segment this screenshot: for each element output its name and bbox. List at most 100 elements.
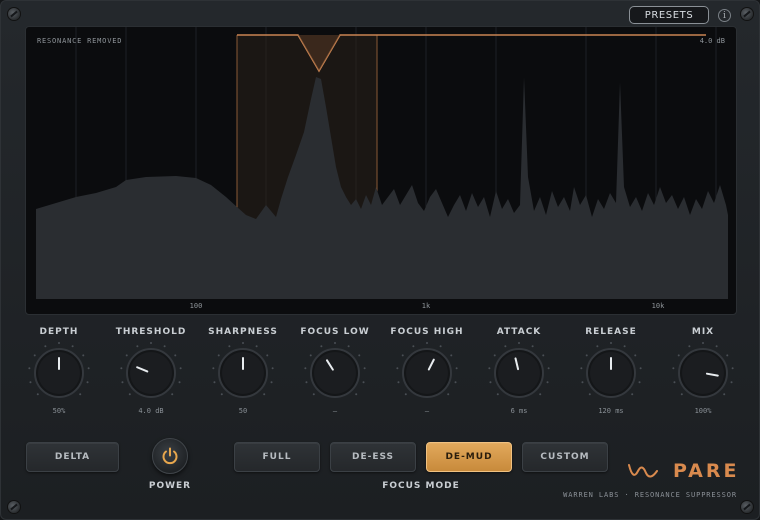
brand-subtitle: WARREN LABS · RESONANCE SUPPRESSOR <box>563 491 737 499</box>
knob-tick <box>580 367 583 370</box>
knob-tick <box>518 342 520 344</box>
knob-tick <box>58 342 60 344</box>
knob-dial[interactable] <box>668 342 738 404</box>
knob-tick <box>397 381 400 384</box>
knob-label: THRESHOLD <box>115 327 187 337</box>
display-title: RESONANCE REMOVED <box>37 37 123 45</box>
knob-tick <box>29 381 32 384</box>
knob-tick <box>715 345 718 348</box>
knob-tick <box>174 354 177 357</box>
delta-button[interactable]: DELTA <box>26 442 119 472</box>
brand-logo: PARE <box>627 459 737 483</box>
knob-tick <box>71 345 74 348</box>
knob-tick <box>639 367 642 370</box>
freq-label-1k: 1k <box>421 302 431 310</box>
knob-tick <box>358 354 361 357</box>
screw-icon <box>741 8 753 20</box>
power-label: POWER <box>148 481 192 491</box>
knob-depth: DEPTH 50% <box>13 325 105 419</box>
spectrum-display[interactable]: RESONANCE REMOVED 4.0 dB 100 1k 10k <box>25 26 737 315</box>
knob-tick <box>673 381 676 384</box>
knob-tick <box>404 393 407 396</box>
focus-mode-full-button[interactable]: FULL <box>234 442 320 472</box>
knob-tick <box>263 393 266 396</box>
knob-tick <box>179 367 182 370</box>
knob-tick <box>581 381 584 384</box>
knob-tick <box>33 354 36 357</box>
knob-tick <box>271 367 274 370</box>
knob-tick <box>610 342 612 344</box>
knob-tick <box>120 367 123 370</box>
knob-tick <box>44 345 47 348</box>
knob-tick <box>178 381 181 384</box>
spectrum-graph <box>36 27 728 299</box>
info-icon[interactable]: i <box>718 9 731 22</box>
knob-tick <box>309 354 312 357</box>
knob-value: 120 ms <box>598 407 624 415</box>
knob-tick <box>702 342 704 344</box>
knob-tick <box>82 354 85 357</box>
knob-tick <box>87 367 90 370</box>
knob-tick <box>455 367 458 370</box>
knob-tick <box>634 354 637 357</box>
knob-tick <box>347 345 350 348</box>
knob-tick <box>631 393 634 396</box>
knob-label: ATTACK <box>496 327 542 337</box>
knob-label: FOCUS LOW <box>300 327 370 337</box>
knob-release: RELEASE 120 ms <box>565 325 657 419</box>
plugin-window: PRESETS i RESONANCE REMOVED 4.0 dB 100 1… <box>0 0 760 520</box>
knob-sharpness: SHARPNESS 50 <box>197 325 289 419</box>
focus-mode-custom-button[interactable]: CUSTOM <box>522 442 608 472</box>
knob-value: — <box>332 407 338 415</box>
knob-tick <box>125 354 128 357</box>
knob-tick <box>362 381 365 384</box>
knob-tick <box>255 345 258 348</box>
knob-tick <box>496 393 499 396</box>
knob-tick <box>542 354 545 357</box>
knob-tick <box>680 393 683 396</box>
knob-tick <box>638 381 641 384</box>
knob-tick <box>588 393 591 396</box>
focus-mode-label: FOCUS MODE <box>382 481 460 491</box>
knob-tick <box>426 342 428 344</box>
knob-tick <box>213 381 216 384</box>
knob-tick <box>171 393 174 396</box>
knob-tick <box>150 342 152 344</box>
knob-tick <box>623 345 626 348</box>
knob-tick <box>79 393 82 396</box>
knob-dial[interactable] <box>300 342 370 404</box>
screw-icon <box>8 8 20 20</box>
focus-mode-de-ess-button[interactable]: DE-ESS <box>330 442 416 472</box>
knob-tick <box>726 354 729 357</box>
knob-tick <box>439 345 442 348</box>
presets-button[interactable]: PRESETS <box>629 6 709 24</box>
db-readout: 4.0 dB <box>699 37 725 45</box>
power-button[interactable] <box>152 438 188 474</box>
knob-value: 50 <box>238 407 248 415</box>
knob-tick <box>228 345 231 348</box>
knob-dial[interactable] <box>484 342 554 404</box>
focus-mode-de-mud-button[interactable]: DE-MUD <box>426 442 512 472</box>
power-icon <box>162 447 178 465</box>
knob-focus-low: FOCUS LOW — <box>289 325 381 419</box>
knob-label: DEPTH <box>39 327 79 337</box>
knob-tick <box>270 381 273 384</box>
knob-tick <box>305 381 308 384</box>
knob-dial[interactable] <box>576 342 646 404</box>
knob-value: — <box>424 407 430 415</box>
knob-tick <box>546 381 549 384</box>
knob-value: 100% <box>694 407 712 415</box>
knob-tick <box>266 354 269 357</box>
knob-tick <box>672 367 675 370</box>
knob-dial[interactable] <box>24 342 94 404</box>
screw-icon <box>8 501 20 513</box>
knob-label: MIX <box>691 327 715 337</box>
knob-dial[interactable] <box>392 342 462 404</box>
knob-tick <box>217 354 220 357</box>
freq-label-100: 100 <box>189 302 203 310</box>
knob-dial[interactable] <box>208 342 278 404</box>
knob-value: 4.0 dB <box>138 407 164 415</box>
knob-mix: MIX 100% <box>657 325 749 419</box>
knob-tick <box>396 367 399 370</box>
knob-dial[interactable] <box>116 342 186 404</box>
